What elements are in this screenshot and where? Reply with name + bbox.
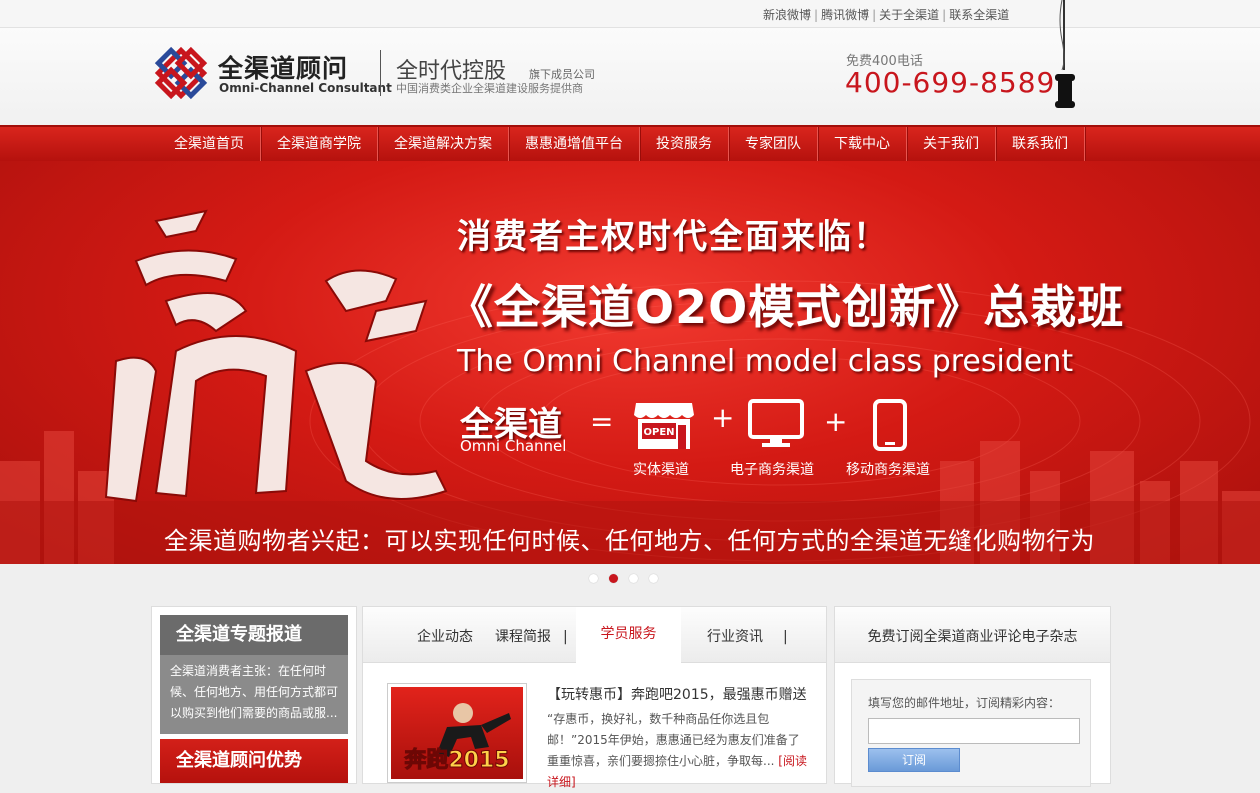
divider bbox=[380, 50, 381, 96]
telephone-icon bbox=[1055, 0, 1075, 108]
news-panel: 企业动态 | 课程简报 学员服务 行业资讯 | 奔跑2015 【玩转惠币】奔跑吧… bbox=[362, 606, 827, 789]
banner-omni-en: Omni Channel bbox=[460, 437, 567, 455]
slider-dot[interactable] bbox=[588, 574, 598, 583]
email-label: 填写您的邮件地址，订阅精彩内容： bbox=[868, 696, 1061, 710]
equals-sign: = bbox=[590, 405, 614, 438]
panel-intro[interactable]: 全渠道消费者主张：在任何时候、任何地方、用任何方式都可以购买到他们需要的商品或服… bbox=[160, 655, 348, 734]
nav-item-investment[interactable]: 投资服务 bbox=[640, 127, 729, 161]
site-header: 全渠道顾问 Omni-Channel Consultant 全时代控股 旗下成员… bbox=[0, 0, 1260, 125]
nav-item-academy[interactable]: 全渠道商学院 bbox=[261, 127, 378, 161]
separator: | bbox=[942, 8, 947, 22]
mobile-icon bbox=[873, 399, 907, 451]
slider-dots bbox=[0, 564, 1260, 592]
top-links: 新浪微博 | 腾讯微博 | 关于全渠道 | 联系全渠道 bbox=[763, 6, 1009, 23]
hero-banner[interactable]: 消费者主权时代全面来临！ 《全渠道O2O模式创新》总裁班 The Omni Ch… bbox=[0, 161, 1260, 564]
news-body: “存惠币，换好礼，数千种商品任你选且包邮！”2015年伊始，惠惠通已经为惠友们准… bbox=[547, 709, 809, 793]
special-reports-panel: 全渠道专题报道 全渠道消费者主张：在任何时候、任何地方、用任何方式都可以购买到他… bbox=[151, 606, 357, 784]
monitor-icon bbox=[748, 399, 804, 447]
logo-text-cn[interactable]: 全渠道顾问 bbox=[218, 49, 348, 85]
subscribe-heading: 免费订阅全渠道商业评论电子杂志 bbox=[835, 607, 1110, 663]
subscribe-button[interactable]: 订阅 bbox=[868, 748, 960, 772]
channel-label-mobile: 移动商务渠道 bbox=[846, 462, 930, 478]
separator: | bbox=[814, 8, 819, 22]
logo-text-en: Omni-Channel Consultant bbox=[219, 81, 392, 95]
main-nav: 全渠道首页 全渠道商学院 全渠道解决方案 惠惠通增值平台 投资服务 专家团队 下… bbox=[0, 125, 1260, 161]
logo-icon[interactable] bbox=[152, 44, 210, 102]
tab-separator: | bbox=[783, 629, 788, 645]
subscribe-panel: 免费订阅全渠道商业评论电子杂志 填写您的邮件地址，订阅精彩内容： 订阅 bbox=[834, 606, 1111, 787]
news-image-text: 奔跑2015 bbox=[404, 747, 509, 773]
nav-item-solutions[interactable]: 全渠道解决方案 bbox=[378, 127, 509, 161]
tab-student-service[interactable]: 学员服务 bbox=[576, 607, 681, 664]
banner-main-heading: 《全渠道O2O模式创新》总裁班 bbox=[447, 280, 1125, 334]
hotline-number: 400-699-8589 bbox=[845, 66, 1056, 99]
nav-item-contact[interactable]: 联系我们 bbox=[996, 127, 1085, 161]
link-tencent-weibo[interactable]: 腾讯微博 bbox=[821, 8, 869, 22]
subscribe-form: 填写您的邮件地址，订阅精彩内容： 订阅 bbox=[851, 679, 1091, 787]
slider-dot[interactable] bbox=[628, 574, 638, 583]
channel-label-ecommerce: 电子商务渠道 bbox=[730, 462, 814, 478]
nav-item-platform[interactable]: 惠惠通增值平台 bbox=[509, 127, 640, 161]
tab-course-brief[interactable]: 课程简报 bbox=[479, 607, 567, 663]
store-sign: OPEN bbox=[643, 427, 674, 438]
separator: | bbox=[872, 8, 877, 22]
link-about-omni[interactable]: 关于全渠道 bbox=[879, 8, 939, 22]
banner-english: The Omni Channel model class president bbox=[457, 344, 1074, 379]
banner-tagline: 全渠道购物者兴起：可以实现任何时候、任何地方、任何方式的全渠道无缝化购物行为 bbox=[164, 527, 1095, 555]
calligraphy-art bbox=[104, 209, 448, 503]
nav-item-experts[interactable]: 专家团队 bbox=[729, 127, 818, 161]
banner-title: 消费者主权时代全面来临！ bbox=[457, 217, 889, 257]
nav-item-home[interactable]: 全渠道首页 bbox=[158, 127, 261, 161]
store-icon: OPEN bbox=[634, 403, 694, 449]
news-tabs: 企业动态 | 课程简报 学员服务 行业资讯 | bbox=[363, 607, 826, 664]
channel-label-physical: 实体渠道 bbox=[633, 462, 689, 478]
tab-industry-news[interactable]: 行业资讯 bbox=[685, 607, 785, 663]
group-subtitle: 中国消费类企业全渠道建设服务提供商 bbox=[396, 82, 583, 95]
news-title[interactable]: 【玩转惠币】奔跑吧2015，最强惠币赠送 bbox=[547, 684, 817, 704]
nav-item-about[interactable]: 关于我们 bbox=[907, 127, 996, 161]
news-excerpt: “存惠币，换好礼，数千种商品任你选且包邮！”2015年伊始，惠惠通已经为惠友们准… bbox=[547, 712, 800, 768]
news-image: 奔跑2015 bbox=[391, 687, 523, 779]
link-contact-omni[interactable]: 联系全渠道 bbox=[949, 8, 1009, 22]
slider-dot[interactable] bbox=[648, 574, 658, 583]
nav-item-downloads[interactable]: 下载中心 bbox=[818, 127, 907, 161]
panel-heading-advantages[interactable]: 全渠道顾问优势 bbox=[160, 739, 348, 783]
plus-sign: + bbox=[711, 401, 735, 434]
link-sina-weibo[interactable]: 新浪微博 bbox=[763, 8, 811, 22]
slider-dot-active[interactable] bbox=[608, 574, 618, 583]
plus-sign: + bbox=[824, 405, 848, 438]
email-field[interactable] bbox=[868, 718, 1080, 744]
news-thumbnail[interactable]: 奔跑2015 bbox=[387, 683, 527, 783]
panel-heading[interactable]: 全渠道专题报道 bbox=[160, 615, 348, 655]
